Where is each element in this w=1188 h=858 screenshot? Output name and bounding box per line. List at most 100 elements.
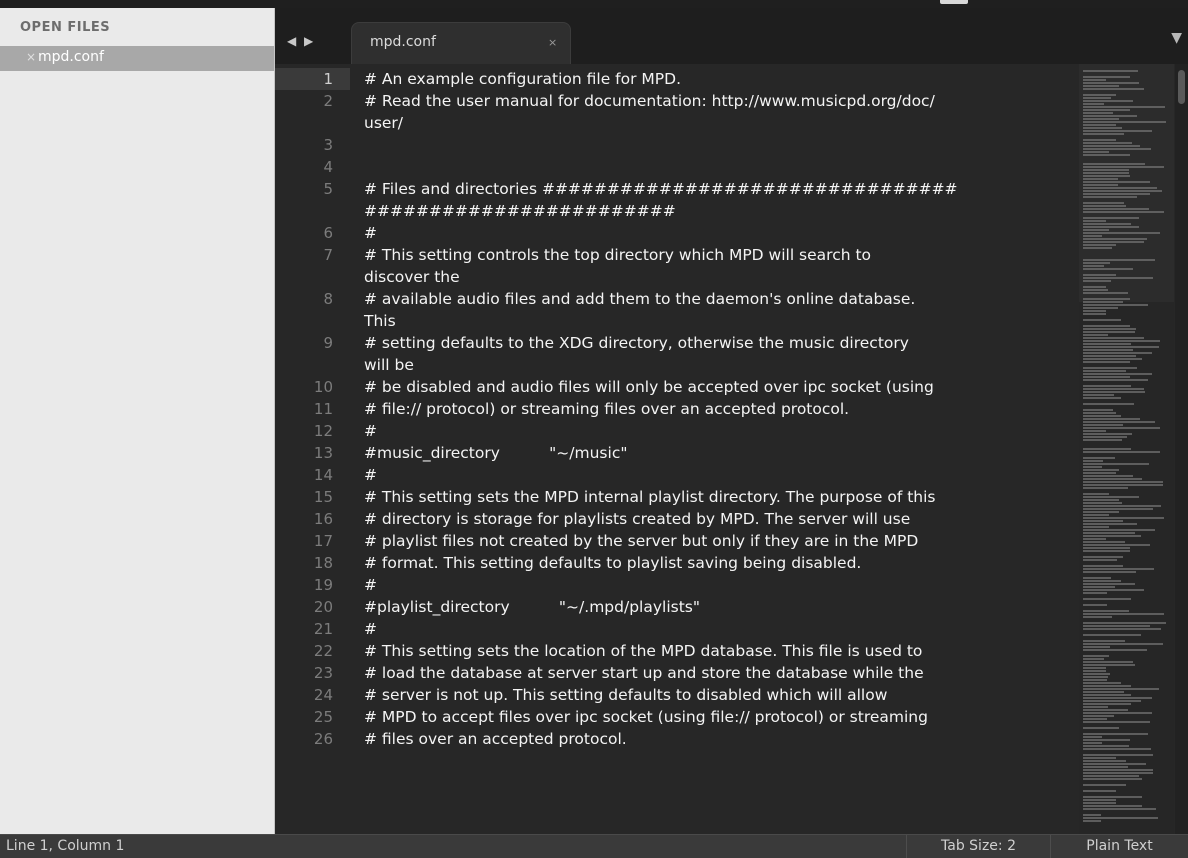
code-line[interactable]: 11 # file:// protocol) or streaming files… bbox=[275, 398, 1080, 420]
minimap-line bbox=[1083, 796, 1142, 798]
minimap-line bbox=[1083, 337, 1144, 339]
code-line[interactable]: 10 # be disabled and audio files will onl… bbox=[275, 376, 1080, 398]
minimap-line bbox=[1083, 475, 1133, 477]
line-text[interactable]: # bbox=[364, 618, 1080, 640]
tab-close-icon[interactable]: × bbox=[548, 36, 557, 49]
line-text[interactable]: # bbox=[364, 222, 1080, 244]
minimap-line bbox=[1083, 748, 1151, 750]
code-line[interactable]: 15 # This setting sets the MPD internal p… bbox=[275, 486, 1080, 508]
line-text[interactable]: # MPD to accept files over ipc socket (u… bbox=[364, 706, 1080, 728]
vertical-scrollbar[interactable] bbox=[1175, 64, 1188, 834]
code-line[interactable]: 6 # bbox=[275, 222, 1080, 244]
line-text[interactable]: # This setting controls the top director… bbox=[364, 244, 1080, 288]
minimap-line bbox=[1083, 526, 1109, 528]
minimap-line bbox=[1083, 688, 1159, 690]
line-text[interactable]: # Files and directories ################… bbox=[364, 178, 1080, 222]
line-text[interactable]: # server is not up. This setting default… bbox=[364, 684, 1080, 706]
minimap-line bbox=[1083, 424, 1123, 426]
code-line[interactable]: 26 # files over an accepted protocol. bbox=[275, 728, 1080, 750]
line-text[interactable]: # An example configuration file for MPD. bbox=[364, 68, 1080, 90]
line-text[interactable]: #playlist_directory "~/.mpd/playlists" bbox=[364, 596, 1080, 618]
code-line[interactable]: 14 # bbox=[275, 464, 1080, 486]
code-line[interactable]: 22 # This setting sets the location of th… bbox=[275, 640, 1080, 662]
line-text[interactable]: # load the database at server start up a… bbox=[364, 662, 1080, 684]
code-line[interactable]: 13 #music_directory "~/music" bbox=[275, 442, 1080, 464]
minimap-line bbox=[1083, 346, 1159, 348]
minimap-line bbox=[1083, 556, 1123, 558]
line-number: 11 bbox=[313, 400, 333, 418]
line-text[interactable]: # setting defaults to the XDG directory,… bbox=[364, 332, 1080, 376]
code-line[interactable]: 12 # bbox=[275, 420, 1080, 442]
minimap-line bbox=[1083, 808, 1156, 810]
line-text[interactable]: # Read the user manual for documentation… bbox=[364, 90, 1080, 134]
minimap[interactable] bbox=[1079, 64, 1174, 834]
code-line[interactable]: 1 # An example configuration file for MPD… bbox=[275, 68, 1080, 90]
minimap-line bbox=[1083, 667, 1106, 669]
line-text[interactable]: # This setting sets the MPD internal pla… bbox=[364, 486, 1080, 508]
code-line[interactable]: 9 # setting defaults to the XDG directory… bbox=[275, 332, 1080, 376]
scrollbar-thumb[interactable] bbox=[1178, 70, 1185, 104]
close-file-icon[interactable]: × bbox=[26, 50, 36, 64]
code-line[interactable]: 2 # Read the user manual for documentatio… bbox=[275, 90, 1080, 134]
line-text[interactable]: # be disabled and audio files will only … bbox=[364, 376, 1080, 398]
minimap-line bbox=[1083, 121, 1166, 123]
line-number: 4 bbox=[323, 158, 333, 176]
code-line[interactable]: 20 #playlist_directory "~/.mpd/playlists" bbox=[275, 596, 1080, 618]
minimap-line bbox=[1083, 223, 1131, 225]
minimap-line bbox=[1083, 286, 1106, 288]
line-text[interactable]: # format. This setting defaults to playl… bbox=[364, 552, 1080, 574]
minimap-line bbox=[1083, 706, 1108, 708]
line-text[interactable]: # available audio files and add them to … bbox=[364, 288, 1080, 332]
line-text[interactable]: # bbox=[364, 464, 1080, 486]
line-text[interactable]: #music_directory "~/music" bbox=[364, 442, 1080, 464]
minimap-line bbox=[1083, 208, 1149, 210]
code-line[interactable]: 5 # Files and directories ###############… bbox=[275, 178, 1080, 222]
minimap-line bbox=[1083, 559, 1117, 561]
tab-size-selector[interactable]: Tab Size: 2 bbox=[906, 835, 1050, 858]
tab-nav-arrows-icon[interactable]: ◀ ▶ bbox=[287, 34, 315, 48]
minimap-line bbox=[1083, 754, 1153, 756]
code-line[interactable]: 3 bbox=[275, 134, 1080, 156]
code-line[interactable]: 19 # bbox=[275, 574, 1080, 596]
minimap-line bbox=[1083, 88, 1144, 90]
code-line[interactable]: 17 # playlist files not created by the se… bbox=[275, 530, 1080, 552]
minimap-line bbox=[1083, 463, 1149, 465]
minimap-line bbox=[1083, 712, 1152, 714]
minimap-line bbox=[1083, 676, 1108, 678]
minimap-line bbox=[1083, 265, 1104, 267]
line-text[interactable]: # playlist files not created by the serv… bbox=[364, 530, 1080, 552]
line-text[interactable]: # files over an accepted protocol. bbox=[364, 728, 1080, 750]
code-line[interactable]: 7 # This setting controls the top directo… bbox=[275, 244, 1080, 288]
code-line[interactable]: 16 # directory is storage for playlists c… bbox=[275, 508, 1080, 530]
tab-mpd-conf[interactable]: mpd.conf × bbox=[351, 22, 571, 66]
line-text[interactable]: # bbox=[364, 574, 1080, 596]
minimap-line bbox=[1083, 670, 1106, 672]
minimap-line bbox=[1083, 97, 1111, 99]
line-text[interactable]: # directory is storage for playlists cre… bbox=[364, 508, 1080, 530]
minimap-line bbox=[1083, 220, 1106, 222]
code-line[interactable]: 18 # format. This setting defaults to pla… bbox=[275, 552, 1080, 574]
tab-list-dropdown-icon[interactable]: ▼ bbox=[1171, 30, 1182, 46]
code-line[interactable]: 8 # available audio files and add them to… bbox=[275, 288, 1080, 332]
line-text[interactable]: # file:// protocol) or streaming files o… bbox=[364, 398, 1080, 420]
code-line[interactable]: 23 # load the database at server start up… bbox=[275, 662, 1080, 684]
minimap-line bbox=[1083, 700, 1141, 702]
minimap-line bbox=[1083, 142, 1132, 144]
minimap-line bbox=[1083, 394, 1114, 396]
minimap-line bbox=[1083, 604, 1107, 606]
line-text[interactable]: # This setting sets the location of the … bbox=[364, 640, 1080, 662]
minimap-line bbox=[1083, 478, 1142, 480]
minimap-line bbox=[1083, 820, 1101, 822]
code-lines[interactable]: 1 # An example configuration file for MPD… bbox=[275, 68, 1080, 750]
line-number: 1 bbox=[323, 70, 333, 88]
code-editor[interactable]: 1 # An example configuration file for MPD… bbox=[275, 64, 1188, 834]
line-text[interactable]: # bbox=[364, 420, 1080, 442]
code-line[interactable]: 25 # MPD to accept files over ipc socket … bbox=[275, 706, 1080, 728]
minimap-line bbox=[1083, 304, 1148, 306]
minimap-line bbox=[1083, 694, 1131, 696]
code-line[interactable]: 21 # bbox=[275, 618, 1080, 640]
code-line[interactable]: 24 # server is not up. This setting defau… bbox=[275, 684, 1080, 706]
syntax-selector[interactable]: Plain Text bbox=[1050, 835, 1188, 858]
sidebar-file-mpd-conf[interactable]: × mpd.conf bbox=[0, 46, 274, 71]
code-line[interactable]: 4 bbox=[275, 156, 1080, 178]
